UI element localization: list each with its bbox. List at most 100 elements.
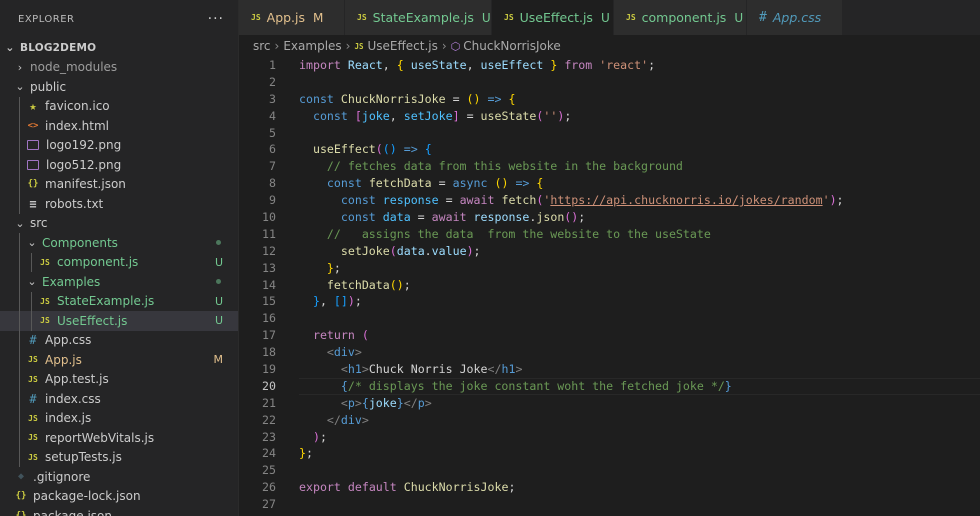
code-token: > [361,362,369,377]
editor-tab[interactable]: JS App.js M [239,0,345,35]
javascript-file-icon: JS [28,374,38,384]
line-content: {/* displays the joke constant woht the … [299,378,732,395]
file-item[interactable]: JS UseEffect.js U [0,311,238,331]
text-file-icon: ≡ [29,196,37,211]
code-token: ) [312,429,320,444]
file-item[interactable]: logo512.png [0,155,238,175]
favicon-star-icon: ★ [29,99,37,114]
editor-tab[interactable]: JSUseEffect.jsU✕ [492,0,629,35]
code-token: ; [473,243,481,258]
code-token: </ [326,412,341,427]
javascript-file-icon: JS [626,13,636,22]
line-content: const response = await fetch('https://ap… [299,192,844,209]
code-token: '' [543,108,558,123]
code-line: 9 const response = await fetch('https://… [239,192,980,209]
code-editor[interactable]: 1 import React, { useState, useEffect } f… [239,57,980,513]
line-content: }; [299,260,341,277]
indent-guide [31,291,32,311]
line-number: 1 [269,58,276,72]
folder-item[interactable]: › node_modules [0,58,238,78]
file-label: robots.txt [45,196,104,211]
file-item[interactable]: {} package-lock.json [0,487,238,507]
file-item[interactable]: logo192.png [0,135,238,155]
file-item[interactable]: JS App.test.js [0,369,238,389]
code-token: p [417,395,425,410]
file-label: package-lock.json [33,489,141,504]
folder-item[interactable]: ⌄ Examples [0,272,238,292]
code-token: data [382,210,411,225]
file-item[interactable]: JS index.js [0,408,238,428]
more-actions-icon[interactable]: ··· [208,11,224,27]
code-line: 1 import React, { useState, useEffect } f… [239,57,980,74]
code-line: 13 }; [239,260,980,277]
line-content: import React, { useState, useEffect } fr… [299,57,655,74]
javascript-file-icon: JS [251,13,261,22]
breadcrumb-separator: › [274,39,280,53]
code-line: 20 {/* displays the joke constant woht t… [239,377,980,395]
file-item[interactable]: # index.css [0,389,238,409]
git-status-badge: M [213,353,224,367]
file-item[interactable]: ★ favicon.ico [0,96,238,116]
line-content: const data = await response.json(); [299,209,585,226]
explorer-header: EXPLORER ··· [0,0,238,38]
file-item[interactable]: {} manifest.json [0,174,238,194]
folder-item[interactable]: ⌄ public [0,77,238,97]
html-file-icon: <> [27,120,39,131]
editor-tab[interactable]: JS StateExample.js U [345,0,492,35]
file-item[interactable]: {} package.json [0,506,238,516]
chevron-right-icon: › [17,60,23,74]
file-item[interactable]: JS StateExample.js U [0,291,238,311]
workspace-root-folder[interactable]: ⌄ BLOG2DEMO [0,38,238,58]
line-content: const ChuckNorrisJoke = () => { [299,91,515,108]
indent-guide [19,389,20,409]
breadcrumb-item[interactable]: UseEffect.js [368,39,438,53]
file-label: setupTests.js [45,450,122,465]
code-token: () [389,277,404,292]
code-token: useEffect [312,142,376,157]
javascript-file-icon: JS [40,296,50,306]
code-token: < [340,395,348,410]
code-token: useState [480,108,537,123]
file-label: .gitignore [33,469,91,484]
breadcrumb-item[interactable]: Examples [283,39,341,53]
breadcrumb-item[interactable]: ChuckNorrisJoke [463,39,560,53]
breadcrumb-item[interactable]: src [253,39,271,53]
file-item[interactable]: JS component.js U [0,252,238,272]
file-item[interactable]: <> index.html [0,116,238,136]
code-line: 12 setJoke(data.value); [239,243,980,260]
code-token: < [326,345,334,360]
editor-tab[interactable]: JS component.js U [614,0,747,35]
breadcrumb-separator: › [345,39,351,53]
code-token: ) [466,243,474,258]
file-item[interactable]: JS reportWebVitals.js [0,428,238,448]
file-item[interactable]: JS setupTests.js [0,447,238,467]
code-token: 'react' [599,58,649,72]
css-file-icon: # [29,391,37,406]
code-token: ) [829,193,837,208]
code-token: => [515,176,530,191]
code-token: } [312,294,320,309]
code-token: export [299,480,341,495]
file-item[interactable]: # App.css [0,330,238,350]
folder-item[interactable]: ⌄ src [0,214,238,234]
file-item[interactable]: ◆ .gitignore [0,467,238,487]
line-content: export default ChuckNorrisJoke; [299,479,515,496]
indent-guide [19,96,20,116]
css-file-icon: # [759,10,767,25]
code-token: ( [375,142,383,157]
code-line: 6 useEffect(() => { [239,141,980,158]
indent-guide [31,252,32,272]
code-token: // assigns the data from the website to … [326,226,711,241]
editor-tab[interactable]: # App.css [747,0,843,35]
code-token: setJoke [403,108,453,123]
folder-item[interactable]: ⌄ Components [0,233,238,253]
code-token: , [382,58,397,72]
file-item[interactable]: ≡ robots.txt [0,194,238,214]
line-content: setJoke(data.value); [299,243,481,260]
file-item[interactable]: JS App.js M [0,350,238,370]
